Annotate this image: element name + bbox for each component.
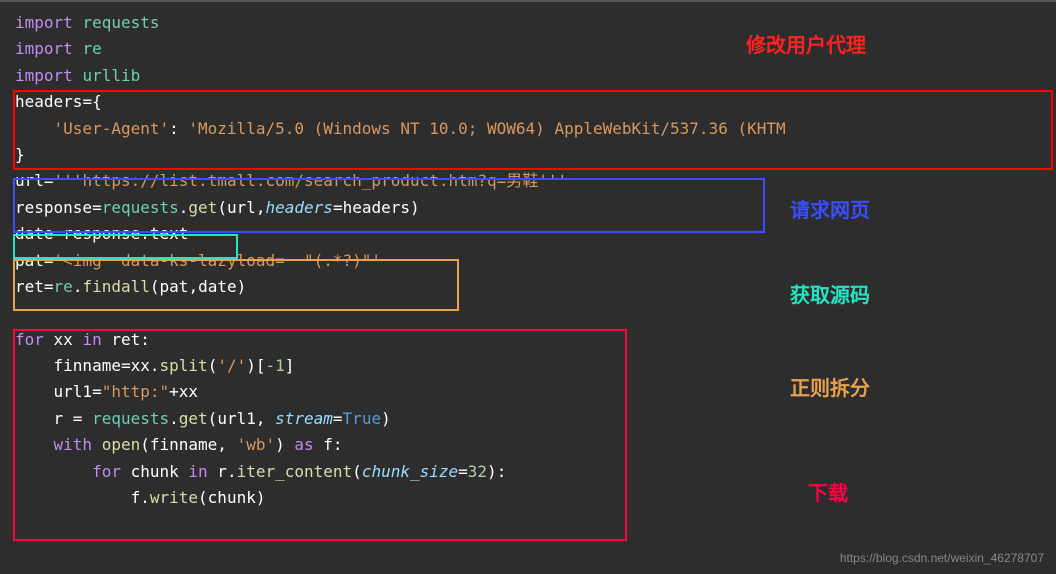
line-13: finname=xx.split('/')[-1] (15, 353, 1056, 379)
line-9: date=response.text (15, 221, 1056, 247)
line-3: import urllib (15, 63, 1056, 89)
annotation-download: 下载 (808, 478, 848, 511)
code-block: import requests import re import urllib … (15, 10, 1056, 511)
blank-line (15, 300, 1056, 326)
line-15: r = requests.get(url1, stream=True) (15, 406, 1056, 432)
line-8: response=requests.get(url,headers=header… (15, 195, 1056, 221)
annotation-request: 请求网页 (790, 195, 870, 228)
line-18: f.write(chunk) (15, 485, 1056, 511)
watermark: https://blog.csdn.net/weixin_46278707 (840, 549, 1044, 569)
line-2: import re (15, 36, 1056, 62)
line-14: url1="http:"+xx (15, 379, 1056, 405)
line-17: for chunk in r.iter_content(chunk_size=3… (15, 459, 1056, 485)
annotation-source: 获取源码 (790, 280, 870, 313)
line-6: } (15, 142, 1056, 168)
line-1: import requests (15, 10, 1056, 36)
top-divider (0, 0, 1056, 2)
annotation-modify-ua: 修改用户代理 (746, 30, 866, 63)
line-10: pat='<img data-ks-lazyload= "(.*?)"' (15, 248, 1056, 274)
line-5: 'User-Agent': 'Mozilla/5.0 (Windows NT 1… (15, 116, 1056, 142)
line-11: ret=re.findall(pat,date) (15, 274, 1056, 300)
line-12: for xx in ret: (15, 327, 1056, 353)
annotation-regex: 正则拆分 (790, 373, 870, 406)
line-7: url='''https://list.tmall.com/search_pro… (15, 168, 1056, 194)
line-4: headers={ (15, 89, 1056, 115)
line-16: with open(finname, 'wb') as f: (15, 432, 1056, 458)
